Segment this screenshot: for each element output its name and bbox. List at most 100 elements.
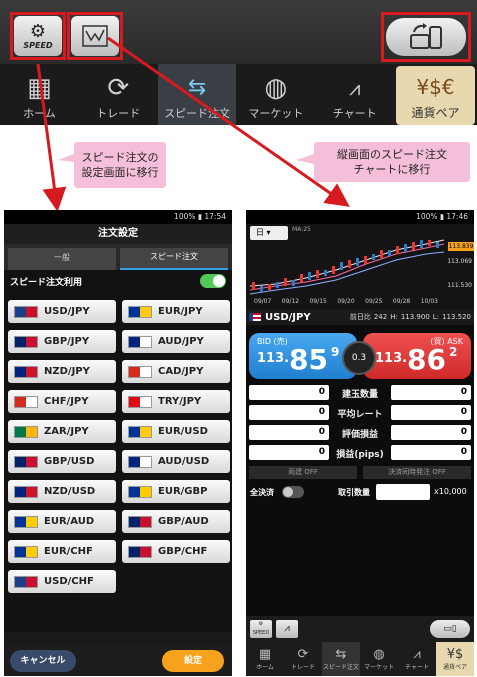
hedge-toggle-button[interactable]: 両建 OFF	[249, 466, 357, 479]
candles	[249, 239, 445, 295]
pair-label: ZAR/JPY	[44, 426, 89, 437]
pair-button[interactable]: TRY/JPY	[122, 390, 230, 413]
position-value-left: 0	[249, 425, 329, 440]
pair-button[interactable]: EUR/AUD	[8, 510, 116, 533]
date-label: 09/20	[337, 298, 355, 305]
flag-icon	[128, 425, 152, 438]
qty-label: 取引数量	[338, 488, 370, 497]
nav-item[interactable]: ¥$ 通貨ペア	[436, 642, 474, 676]
pair-button[interactable]: EUR/CHF	[8, 540, 116, 563]
unit-label: x10,000	[434, 487, 467, 496]
tab-speed-order[interactable]: スピード注文	[120, 248, 228, 270]
price-mid: 113.069	[447, 258, 472, 265]
flag-icon	[14, 485, 38, 498]
nav-label: マーケット	[363, 664, 394, 671]
nav-item[interactable]: ▦ ホーム	[246, 642, 284, 676]
pair-button[interactable]: NZD/JPY	[8, 360, 116, 383]
position-value-left: 0	[249, 385, 329, 400]
high-label: H:	[390, 313, 398, 321]
ask-button[interactable]: (買) ASK 113. 86 2	[363, 333, 471, 379]
high-value: 113.900	[400, 313, 430, 321]
pair-label: TRY/JPY	[158, 396, 202, 407]
flag-icon	[14, 515, 38, 528]
nav-label: スピード注文	[322, 664, 359, 671]
low-value: 113.520	[442, 313, 471, 321]
nav-item[interactable]: ⩘ チャート	[398, 642, 436, 676]
position-row-label: 評価損益	[341, 430, 378, 440]
pair-button[interactable]: GBP/USD	[8, 450, 116, 473]
qty-input[interactable]	[376, 484, 430, 500]
flag-icon	[128, 545, 152, 558]
pair-label: EUR/AUD	[44, 516, 95, 527]
position-value-right: 0	[391, 425, 471, 440]
position-value-right: 0	[391, 445, 471, 460]
spread-indicator: 0.3	[342, 341, 376, 375]
speed-order-toggle[interactable]	[200, 274, 226, 288]
pair-label: GBP/AUD	[158, 516, 209, 527]
pair-button[interactable]: AUD/USD	[122, 450, 230, 473]
pair-button[interactable]: AUD/JPY	[122, 330, 230, 353]
pair-label: AUD/USD	[158, 456, 210, 467]
speed-order-toggle-label: スピード注文利用	[10, 277, 83, 288]
all-settle-toggle[interactable]	[282, 486, 304, 498]
nav-label: 通貨ペア	[442, 664, 467, 671]
arrow-to-settings	[36, 63, 67, 212]
pair-button[interactable]: GBP/AUD	[122, 510, 230, 533]
date-label: 10/03	[420, 298, 438, 305]
flag-icon	[14, 425, 38, 438]
price-low: 111.530	[447, 282, 472, 289]
ok-button[interactable]: 設定	[162, 650, 224, 672]
settle-simultaneous-button[interactable]: 決済同時発注 OFF	[363, 466, 471, 479]
pair-button[interactable]: EUR/USD	[122, 420, 230, 443]
flag-icon	[128, 485, 152, 498]
date-label: 09/28	[392, 298, 411, 305]
speed-settings-button-small[interactable]: ⚙ SPEED	[250, 620, 272, 638]
pair-button[interactable]: USD/JPY	[8, 300, 116, 323]
bid-button[interactable]: BID (売) 113. 85 9	[249, 333, 357, 379]
pair-label: NZD/JPY	[44, 366, 90, 377]
nav-icon: ¥$	[446, 647, 464, 662]
ask-price-small: 2	[449, 345, 458, 359]
pair-label: GBP/CHF	[158, 546, 208, 557]
pair-button[interactable]: CHF/JPY	[8, 390, 116, 413]
pair-button[interactable]: CAD/JPY	[122, 360, 230, 383]
prev-value: 242	[373, 313, 388, 321]
flag-icon	[128, 515, 152, 528]
nav-label: チャート	[405, 664, 429, 671]
date-label: 09/12	[281, 298, 300, 305]
nav-item[interactable]: ◍ マーケット	[360, 642, 398, 676]
status-bar: 100% ▮ 17:46	[246, 210, 474, 224]
pair-button[interactable]: ZAR/JPY	[8, 420, 116, 443]
callout-right: 縦画面のスピード注文 チャートに移行	[337, 148, 447, 176]
position-value-right: 0	[391, 405, 471, 420]
low-label: L:	[432, 313, 440, 321]
callout-left: スピード注文の 設定画面に移行	[81, 151, 159, 179]
nav-label: ホーム	[256, 664, 274, 671]
pair-label: GBP/USD	[44, 456, 95, 467]
rotate-screen-button-small[interactable]: ▭▯	[430, 620, 470, 638]
flag-icon	[14, 335, 38, 348]
pair-button[interactable]: GBP/CHF	[122, 540, 230, 563]
tab-general[interactable]: 一般	[8, 248, 116, 270]
pair-button[interactable]: USD/CHF	[8, 570, 116, 593]
pair-label: USD/JPY	[44, 306, 90, 317]
pair-button[interactable]: NZD/USD	[8, 480, 116, 503]
ask-price-big: 86	[407, 343, 446, 376]
cancel-button[interactable]: キャンセル	[10, 650, 76, 672]
pair-label: EUR/JPY	[158, 306, 203, 317]
bid-price-main: 113.	[257, 351, 290, 366]
flag-icon	[14, 395, 38, 408]
flag-icon	[14, 455, 38, 468]
nav-icon: ⟳	[297, 647, 309, 662]
speed-chart-button-small[interactable]: ⩘	[276, 620, 298, 638]
pair-button[interactable]: EUR/JPY	[122, 300, 230, 323]
flag-icon	[128, 395, 152, 408]
nav-item[interactable]: ⟳ トレード	[284, 642, 322, 676]
pair-button[interactable]: GBP/JPY	[8, 330, 116, 353]
pair-label: CAD/JPY	[158, 366, 204, 377]
all-settle-label: 全決済	[250, 488, 274, 497]
nav-item[interactable]: ⇆ スピード注文	[322, 642, 360, 676]
pair-label: USD/CHF	[44, 576, 94, 587]
pair-button[interactable]: EUR/GBP	[122, 480, 230, 503]
position-summary: 0 建玉数量 0 0 平均レート 0 0 評価損益 0 0 損益(pips) 0	[246, 383, 474, 465]
